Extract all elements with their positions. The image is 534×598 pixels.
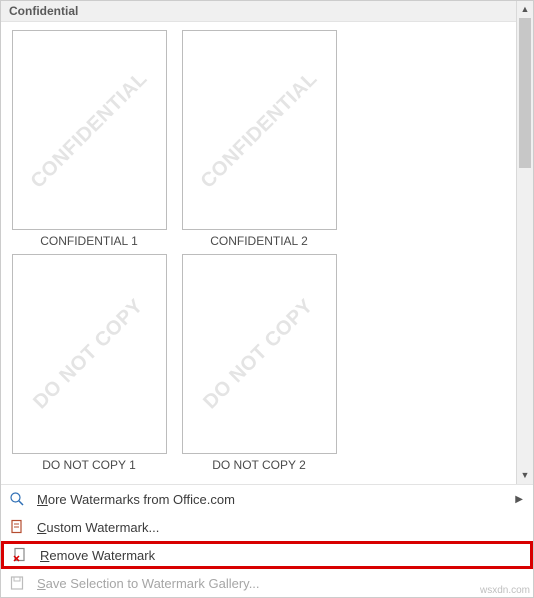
document-icon: [7, 517, 27, 537]
watermark-option-do-not-copy-1[interactable]: DO NOT COPY DO NOT COPY 1: [9, 254, 169, 472]
scrollbar-vertical[interactable]: ▲ ▼: [516, 1, 533, 484]
watermark-text: CONFIDENTIAL: [26, 67, 152, 193]
globe-search-icon: [7, 489, 27, 509]
watermark-preview: DO NOT COPY: [182, 254, 337, 454]
menu-remove-watermark[interactable]: Remove Watermark: [1, 541, 533, 569]
gallery-wrapper: Confidential CONFIDENTIAL CONFIDENTIAL 1…: [1, 1, 533, 484]
watermark-option-confidential-2[interactable]: CONFIDENTIAL CONFIDENTIAL 2: [179, 30, 339, 248]
scroll-up-button[interactable]: ▲: [518, 1, 533, 18]
watermark-preview: CONFIDENTIAL: [12, 30, 167, 230]
watermark-caption: DO NOT COPY 1: [9, 458, 169, 472]
watermark-preview: DO NOT COPY: [12, 254, 167, 454]
watermark-text: DO NOT COPY: [29, 294, 148, 413]
scroll-thumb[interactable]: [519, 18, 531, 168]
menu-save-selection: Save Selection to Watermark Gallery...: [1, 569, 533, 597]
menu-more-watermarks[interactable]: More Watermarks from Office.com ▶: [1, 485, 533, 513]
scroll-track[interactable]: [517, 18, 533, 467]
menu-label: Save Selection to Watermark Gallery...: [37, 576, 527, 591]
watermark-caption: CONFIDENTIAL 2: [179, 234, 339, 248]
thumbnail-grid: CONFIDENTIAL CONFIDENTIAL 1 CONFIDENTIAL…: [1, 22, 516, 482]
watermark-gallery: Confidential CONFIDENTIAL CONFIDENTIAL 1…: [1, 1, 516, 484]
watermark-option-do-not-copy-2[interactable]: DO NOT COPY DO NOT COPY 2: [179, 254, 339, 472]
attribution-text: wsxdn.com: [480, 585, 530, 596]
menu-custom-watermark[interactable]: Custom Watermark...: [1, 513, 533, 541]
scroll-down-button[interactable]: ▼: [518, 467, 533, 484]
submenu-arrow-icon: ▶: [515, 494, 523, 505]
watermark-text: DO NOT COPY: [199, 294, 318, 413]
save-gallery-icon: [7, 573, 27, 593]
watermark-caption: CONFIDENTIAL 1: [9, 234, 169, 248]
menu-label: Custom Watermark...: [37, 520, 527, 535]
watermark-caption: DO NOT COPY 2: [179, 458, 339, 472]
watermark-menu: More Watermarks from Office.com ▶ Custom…: [1, 484, 533, 597]
section-header-confidential: Confidential: [1, 1, 516, 22]
watermark-text: CONFIDENTIAL: [196, 67, 322, 193]
document-remove-icon: [10, 545, 30, 565]
watermark-option-confidential-1[interactable]: CONFIDENTIAL CONFIDENTIAL 1: [9, 30, 169, 248]
menu-label: Remove Watermark: [40, 548, 524, 563]
watermark-preview: CONFIDENTIAL: [182, 30, 337, 230]
menu-label: More Watermarks from Office.com: [37, 492, 515, 507]
